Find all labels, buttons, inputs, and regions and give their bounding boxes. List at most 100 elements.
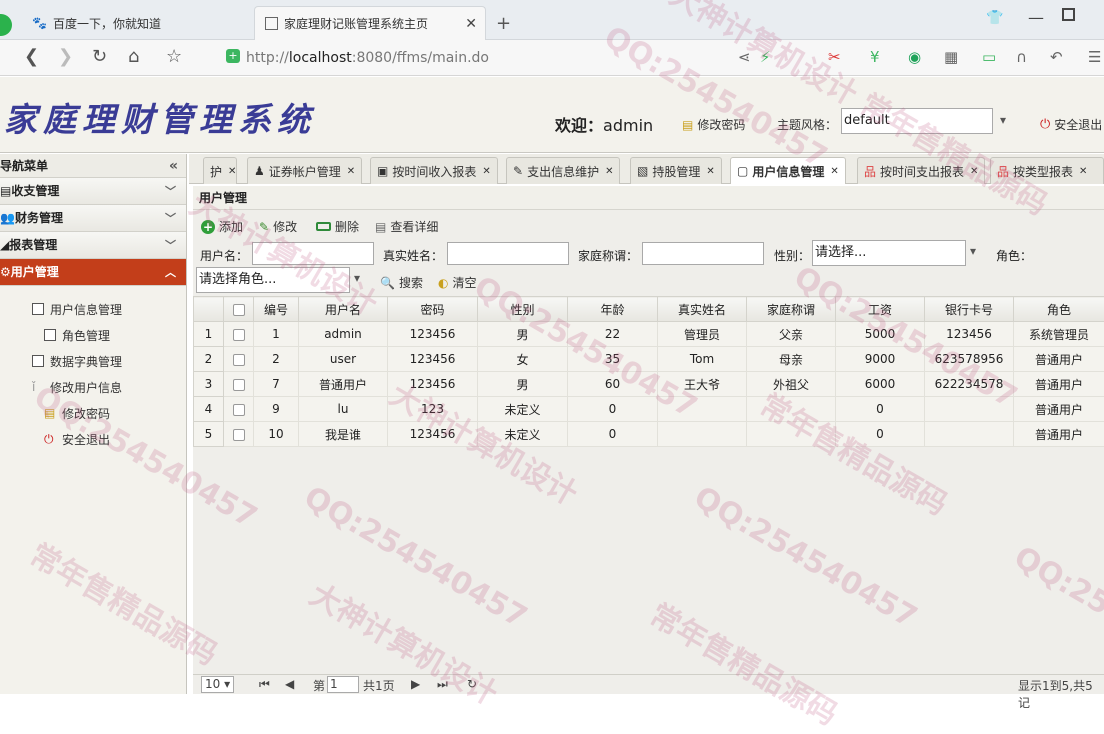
tab-type-report[interactable]: 品按类型报表✕: [990, 157, 1104, 184]
share-icon[interactable]: ⋖: [738, 48, 751, 66]
close-tab-icon[interactable]: ✕: [465, 16, 477, 32]
close-icon[interactable]: ✕: [970, 166, 978, 177]
sidebar-item-dictionary[interactable]: 数据字典管理: [0, 348, 186, 374]
column-header[interactable]: 角色: [1014, 297, 1104, 322]
column-header[interactable]: 性别: [478, 297, 568, 322]
browser-tab-baidu[interactable]: 🐾 百度一下，你就知道: [22, 6, 252, 40]
new-tab-button[interactable]: +: [486, 6, 521, 40]
back-icon[interactable]: ❮: [24, 48, 39, 66]
username-input[interactable]: [252, 242, 374, 265]
column-header[interactable]: 用户名: [299, 297, 388, 322]
table-cell: 1: [254, 322, 299, 347]
column-header[interactable]: 家庭称谓: [747, 297, 836, 322]
sidebar-section-users[interactable]: ⚙ 用户管理 ︿: [0, 259, 186, 286]
row-checkbox[interactable]: [224, 372, 254, 397]
yen-icon[interactable]: ¥: [870, 48, 880, 66]
chevron-down-icon[interactable]: ▾: [993, 108, 1013, 134]
star-icon[interactable]: ☆: [166, 48, 182, 66]
table-row[interactable]: 22user123456女35Tom母亲9000623578956普通用户: [194, 347, 1104, 372]
chevron-down-icon[interactable]: ▾: [970, 244, 976, 258]
family-input[interactable]: [642, 242, 764, 265]
clear-button[interactable]: ◐清空: [438, 274, 477, 291]
battery-icon[interactable]: ▭: [982, 48, 996, 66]
refresh-icon[interactable]: ↻: [467, 677, 477, 691]
view-details-button[interactable]: ▤查看详细: [375, 218, 438, 235]
sidebar-item-edit-user[interactable]: ǐ 修改用户信息: [0, 374, 186, 400]
sidebar-item-password[interactable]: ▤ 修改密码: [0, 400, 186, 426]
browser-tab-main[interactable]: 家庭理财记账管理系统主页 ✕: [254, 6, 486, 40]
row-checkbox[interactable]: [224, 422, 254, 447]
collapse-icon[interactable]: «: [169, 154, 178, 178]
column-header[interactable]: 真实姓名: [658, 297, 747, 322]
forward-icon[interactable]: ❯: [58, 48, 73, 66]
delete-button[interactable]: 删除: [316, 218, 359, 235]
maximize-icon[interactable]: [1062, 8, 1075, 21]
url-field[interactable]: http://localhost:8080/ffms/main.do: [246, 46, 746, 70]
page-size-select[interactable]: 10 ▾: [201, 676, 234, 693]
table-row[interactable]: 11admin123456男22管理员父亲5000123456系统管理员: [194, 322, 1104, 347]
table-row[interactable]: 49lu123未定义00普通用户: [194, 397, 1104, 422]
role-select[interactable]: 请选择角色...: [196, 267, 350, 293]
change-password-link[interactable]: ▤ 修改密码: [682, 116, 745, 133]
table-cell: user: [299, 347, 388, 372]
close-icon[interactable]: ✕: [605, 166, 613, 177]
reload-icon[interactable]: ↻: [92, 48, 107, 66]
shirt-icon[interactable]: 👕: [986, 10, 1003, 26]
page-input[interactable]: 1: [327, 676, 359, 693]
scissors-icon[interactable]: ✂: [828, 48, 841, 66]
sidebar-item-role[interactable]: 角色管理: [0, 322, 186, 348]
sidebar-item-logout[interactable]: ⏻ 安全退出: [0, 426, 186, 452]
column-header[interactable]: 编号: [254, 297, 299, 322]
secure-shield-icon: +: [226, 49, 240, 63]
theme-select[interactable]: default: [841, 108, 993, 134]
sidebar-section-finance[interactable]: 👥 财务管理 ﹀: [0, 205, 186, 232]
lightning-icon[interactable]: ⚡: [760, 48, 771, 66]
column-header[interactable]: 工资: [836, 297, 925, 322]
close-icon[interactable]: ✕: [482, 166, 490, 177]
wechat-icon[interactable]: ◉: [908, 48, 921, 66]
row-checkbox[interactable]: [224, 397, 254, 422]
sidebar-section-income[interactable]: ▤ 收支管理 ﹀: [0, 178, 186, 205]
add-button[interactable]: +添加: [201, 218, 243, 235]
logout-link[interactable]: ⏻ 安全退出: [1040, 116, 1102, 133]
last-page-icon[interactable]: ⏭: [437, 677, 448, 692]
chevron-down-icon[interactable]: ▾: [354, 271, 360, 285]
row-checkbox[interactable]: [224, 347, 254, 372]
column-header[interactable]: 密码: [388, 297, 478, 322]
table-row[interactable]: 510我是谁123456未定义00普通用户: [194, 422, 1104, 447]
realname-input[interactable]: [447, 242, 569, 265]
undo-icon[interactable]: ↶: [1050, 48, 1063, 66]
close-icon[interactable]: ✕: [706, 166, 714, 177]
tab-label: 用户信息管理: [752, 163, 824, 180]
tab-maint[interactable]: 护✕: [203, 157, 237, 184]
edit-button[interactable]: ✎修改: [259, 218, 297, 235]
close-icon[interactable]: ✕: [830, 166, 838, 177]
minimize-icon[interactable]: —: [1028, 8, 1044, 27]
close-icon[interactable]: ✕: [347, 166, 355, 177]
sidebar-item-user-info[interactable]: 用户信息管理: [0, 296, 186, 322]
username-label: 用户名：: [200, 247, 248, 264]
tab-income-report[interactable]: ▣按时间收入报表✕: [370, 157, 498, 184]
select-all-checkbox[interactable]: [224, 297, 254, 322]
close-icon[interactable]: ✕: [1079, 166, 1087, 177]
menu-icon[interactable]: ☰: [1088, 48, 1101, 66]
column-header[interactable]: 年龄: [568, 297, 658, 322]
close-icon[interactable]: ✕: [228, 166, 236, 177]
table-row[interactable]: 37普通用户123456男60王大爷外祖父6000622234578普通用户: [194, 372, 1104, 397]
column-header[interactable]: 银行卡号: [925, 297, 1014, 322]
tab-expense-report[interactable]: 品按时间支出报表✕: [857, 157, 985, 184]
first-page-icon[interactable]: ⏮: [259, 677, 270, 692]
tab-securities[interactable]: ♟证券帐户管理✕: [247, 157, 362, 184]
row-checkbox[interactable]: [224, 322, 254, 347]
home-icon[interactable]: ⌂: [128, 48, 139, 66]
prev-page-icon[interactable]: ◀: [285, 677, 294, 691]
tab-expense[interactable]: ✎支出信息维护✕: [506, 157, 620, 184]
headphones-icon[interactable]: ∩: [1016, 48, 1027, 66]
tab-user-info[interactable]: ▢用户信息管理✕: [730, 157, 846, 184]
sidebar-section-reports[interactable]: ◢ 报表管理 ﹀: [0, 232, 186, 259]
grid-icon[interactable]: ▦: [944, 48, 958, 66]
tab-stocks[interactable]: ▧持股管理✕: [630, 157, 722, 184]
next-page-icon[interactable]: ▶: [411, 677, 420, 691]
gender-select[interactable]: 请选择...: [812, 240, 966, 266]
search-button[interactable]: 🔍搜索: [380, 274, 423, 291]
